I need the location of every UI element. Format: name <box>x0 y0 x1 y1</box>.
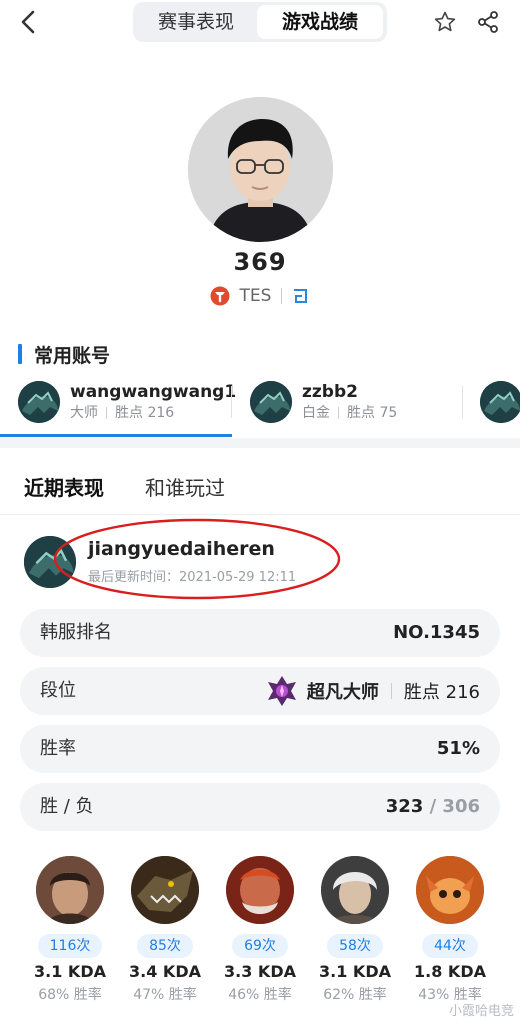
account-points: 胜点 216 <box>115 405 175 421</box>
wins: 323 <box>385 796 424 817</box>
account-item-3[interactable] <box>480 376 520 428</box>
grandmaster-emblem-icon <box>267 676 296 706</box>
stat-win-loss: 胜 / 负 323 / 306 <box>20 783 500 831</box>
section-spacer <box>0 438 520 448</box>
tab-played-with[interactable]: 和谁玩过 <box>145 472 225 501</box>
team-divider <box>281 288 283 304</box>
stat-kr-rank: 韩服排名 NO.1345 <box>20 609 500 657</box>
stat-value: 323 / 306 <box>386 783 480 831</box>
player-avatar <box>188 97 333 242</box>
tab-match-performance[interactable]: 赛事表现 <box>137 5 255 39</box>
account-name: zzbb2 <box>302 382 358 402</box>
champion-games-badge: 69次 <box>232 934 288 958</box>
tier-points: 胜点 216 <box>403 682 480 703</box>
champion-kda: 1.8 KDA <box>414 962 486 981</box>
team-name: TES <box>239 286 272 306</box>
champion-portrait <box>321 856 389 924</box>
champion-games-badge: 85次 <box>137 934 193 958</box>
player-nickname: 369 <box>233 248 287 276</box>
champion-card-1[interactable]: 116次 3.1 KDA 68% 胜率 <box>30 856 110 1004</box>
tab-divider <box>0 514 520 515</box>
champion-kda: 3.1 KDA <box>319 962 391 981</box>
segment-tabs: 赛事表现 游戏战绩 <box>133 2 387 42</box>
stat-tier: 段位 超凡大师 胜点 216 <box>20 667 500 715</box>
account-name: wangwangwang1 <box>70 382 237 402</box>
champion-portrait <box>36 856 104 924</box>
champion-games-badge: 116次 <box>37 934 103 958</box>
watermark: 小霞哈电竞 <box>448 1004 514 1019</box>
tes-logo-icon <box>210 286 230 306</box>
account-rank: 大师 <box>70 405 98 421</box>
stat-value: 51% <box>436 738 480 759</box>
stat-label: 韩服排名 <box>40 622 112 643</box>
account-separator <box>231 386 232 418</box>
champion-kda: 3.4 KDA <box>129 962 201 981</box>
champion-portrait <box>416 856 484 924</box>
section-marker <box>18 344 22 364</box>
share-icon[interactable] <box>476 10 500 34</box>
champion-card-2[interactable]: 85次 3.4 KDA 47% 胜率 <box>125 856 205 1004</box>
tab-recent-performance[interactable]: 近期表现 <box>24 472 104 501</box>
stat-label: 胜率 <box>40 738 76 759</box>
star-icon[interactable] <box>433 10 457 34</box>
account-avatar <box>18 381 60 423</box>
back-arrow-icon[interactable] <box>18 9 40 35</box>
account-points: 胜点 75 <box>347 405 398 421</box>
account-avatar <box>250 381 292 423</box>
champion-card-3[interactable]: 69次 3.3 KDA 46% 胜率 <box>220 856 300 1004</box>
player-page: 赛事表现 游戏战绩 369 TES 常用账号 wangwangwang1 大师 … <box>0 0 520 1025</box>
champion-card-4[interactable]: 58次 3.1 KDA 62% 胜率 <box>315 856 395 1004</box>
account-list: wangwangwang1 大师 胜点 216 zzbb2 白金 胜点 75 <box>0 376 520 438</box>
stat-winrate: 胜率 51% <box>20 725 500 773</box>
champion-kda: 3.3 KDA <box>224 962 296 981</box>
top-bar: 赛事表现 游戏战绩 <box>0 0 520 44</box>
wl-separator: / <box>423 796 443 817</box>
champion-winrate: 68% 胜率 <box>38 987 102 1003</box>
account-active-indicator <box>0 434 232 437</box>
stat-label: 段位 <box>40 680 76 701</box>
account-item-2[interactable]: zzbb2 白金 胜点 75 <box>250 376 397 428</box>
stat-value: NO.1345 <box>393 622 480 643</box>
account-avatar <box>480 381 520 423</box>
account-separator <box>462 386 463 418</box>
stat-label: 胜 / 负 <box>40 796 94 817</box>
section-accounts-title: 常用账号 <box>18 342 111 367</box>
tab-game-record[interactable]: 游戏战绩 <box>257 5 383 39</box>
champion-winrate: 47% 胜率 <box>133 987 197 1003</box>
champion-games-badge: 44次 <box>422 934 478 958</box>
section-title-text: 常用账号 <box>34 344 111 367</box>
account-item-1[interactable]: wangwangwang1 大师 胜点 216 <box>18 376 236 428</box>
champion-card-5[interactable]: 44次 1.8 KDA 43% 胜率 <box>410 856 490 1004</box>
champion-kda: 3.1 KDA <box>34 962 106 981</box>
league-icon <box>294 289 308 303</box>
champion-portrait <box>131 856 199 924</box>
champion-winrate: 62% 胜率 <box>323 987 387 1003</box>
account-rank: 白金 <box>302 405 330 421</box>
losses: 306 <box>442 796 480 817</box>
champion-winrate: 46% 胜率 <box>228 987 292 1003</box>
red-ellipse-annotation <box>53 518 341 600</box>
champion-portrait <box>226 856 294 924</box>
team-info: TES <box>0 286 520 310</box>
champion-games-badge: 58次 <box>327 934 383 958</box>
tier-name: 超凡大师 <box>306 682 379 703</box>
